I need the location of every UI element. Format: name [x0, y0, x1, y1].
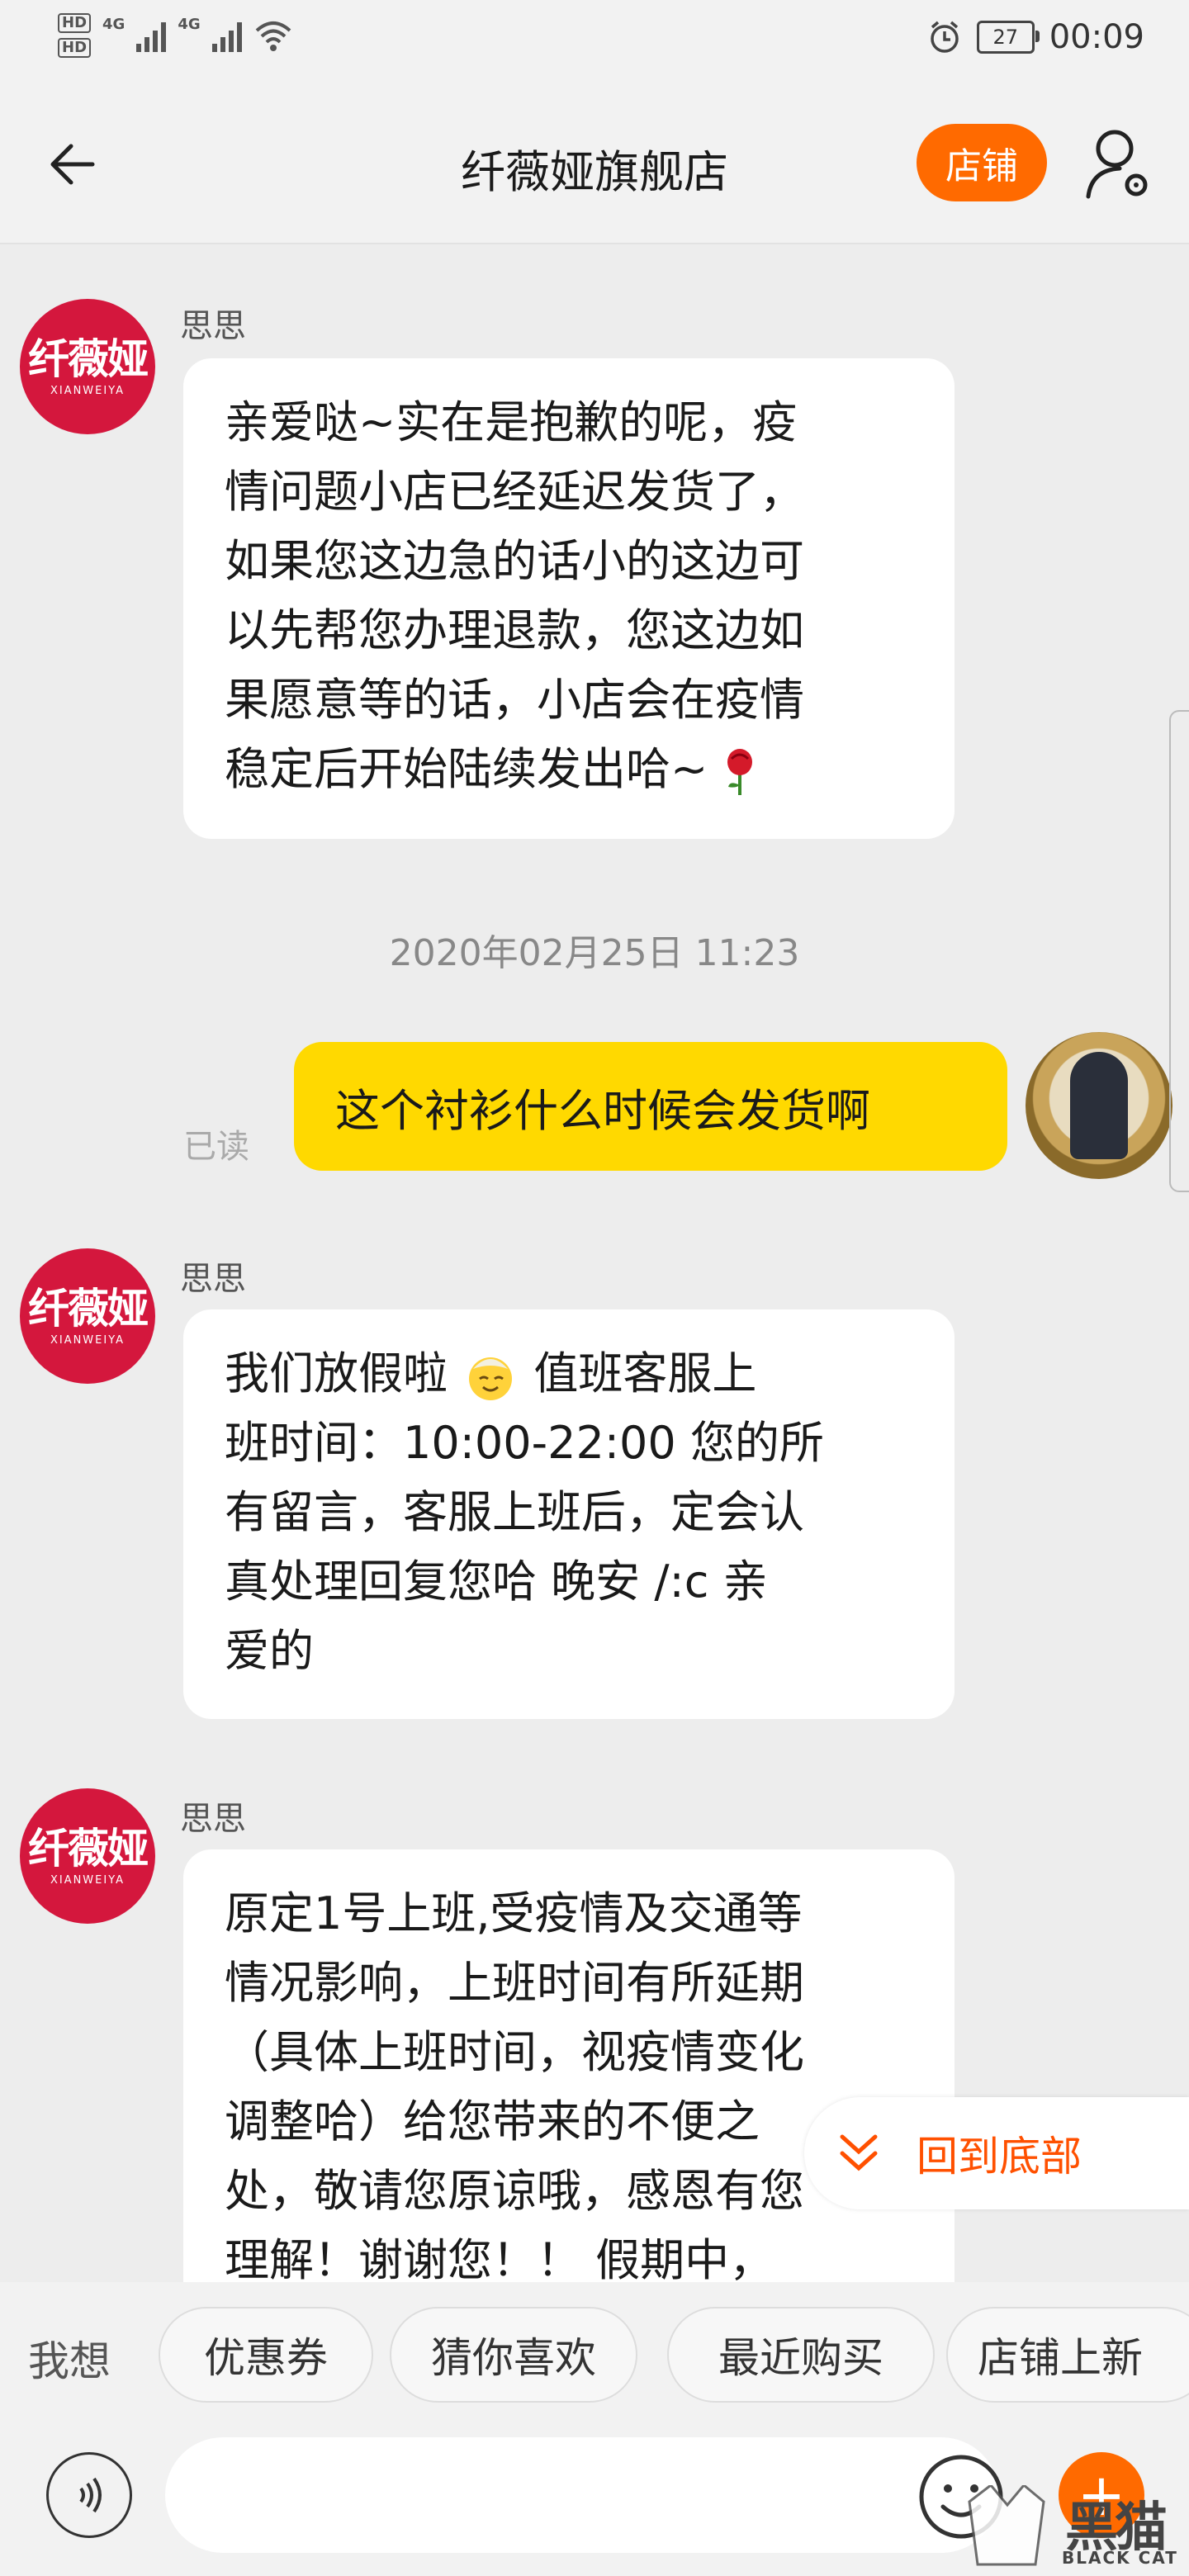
voice-input-button[interactable]	[46, 2452, 132, 2538]
shop-avatar[interactable]: 纤薇娅 XIANWEIYA	[20, 1248, 155, 1384]
shop-avatar-name: 纤薇娅	[28, 1824, 149, 1873]
chip-store-new-arrivals[interactable]: 店铺上新	[946, 2307, 1189, 2403]
quick-reply-bar: 我想 优惠券 猜你喜欢 最近购买 店铺上新	[0, 2282, 1189, 2427]
message-line: 有留言，客服上班后，定会认	[225, 1486, 804, 1538]
message-bubble[interactable]: 我们放假啦 值班客服上 班时间：10:00-22:00 您的所 有留言，客服上班…	[183, 1309, 955, 1719]
shop-avatar[interactable]: 纤薇娅 XIANWEIYA	[20, 1788, 155, 1924]
my-message-bubble[interactable]: 这个衬衫什么时候会发货啊	[294, 1042, 1007, 1171]
store-button[interactable]: 店铺	[917, 124, 1047, 201]
shop-avatar-en: XIANWEIYA	[50, 1873, 126, 1887]
nav-bar: 纤薇娅旗舰店 店铺	[0, 86, 1189, 244]
shop-avatar-name: 纤薇娅	[28, 1284, 149, 1333]
message-line: 亲爱哒~实在是抱歉的呢，疫	[225, 396, 798, 448]
scroll-indicator	[1169, 710, 1189, 1192]
message-line: 果愿意等的话，小店会在疫情	[225, 674, 804, 726]
message-line: 我们放假啦 值班客服上	[225, 1339, 913, 1409]
battery-icon: 27	[976, 21, 1040, 54]
quick-label: 我想	[28, 2337, 111, 2385]
message-line: 情况影响，上班时间有所延期	[225, 1957, 804, 2009]
message-line: 班时间：10:00-22:00 您的所	[225, 1417, 824, 1469]
message-line: 真处理回复您哈 晚安 /:c 亲	[225, 1556, 768, 1608]
network-type-1: 4G	[102, 15, 126, 33]
shop-avatar-en: XIANWEIYA	[50, 1333, 126, 1347]
message-input[interactable]	[165, 2437, 999, 2553]
user-settings-icon[interactable]	[1083, 124, 1158, 203]
shop-avatar-name: 纤薇娅	[28, 334, 149, 383]
double-chevron-down-icon	[840, 2134, 878, 2171]
back-to-bottom-label: 回到底部	[917, 2133, 1082, 2181]
message-bubble[interactable]: 原定1号上班,受疫情及交通等 情况影响，上班时间有所延期 （具体上班时间，视疫情…	[183, 1849, 955, 2345]
watermark-subtitle: BLACK CAT	[1062, 2548, 1178, 2568]
wifi-icon	[255, 21, 291, 51]
hd-indicators: HD HD	[58, 13, 92, 58]
chip-recent-purchases[interactable]: 最近购买	[667, 2307, 935, 2403]
message-line: （具体上班时间，视疫情变化	[225, 2026, 804, 2078]
my-avatar[interactable]	[1026, 1032, 1172, 1179]
clock: 00:09	[1049, 18, 1144, 56]
message-line-text: 我们放假啦	[225, 1347, 462, 1399]
shop-avatar[interactable]: 纤薇娅 XIANWEIYA	[20, 299, 155, 434]
hd-tag-1: HD	[58, 13, 92, 33]
smile-emoji-icon	[469, 1357, 513, 1401]
signal-icon-1	[136, 19, 167, 52]
chip-guess-you-like[interactable]: 猜你喜欢	[390, 2307, 637, 2403]
message-line-text: 稳定后开始陆续发出哈~	[225, 743, 722, 795]
status-bar: HD HD 4G 4G 27 00:09	[0, 0, 1189, 86]
message-line: 以先帮您办理退款，您这边如	[225, 604, 804, 656]
sender-name: 思思	[180, 1260, 246, 1298]
battery-level: 27	[992, 26, 1018, 49]
network-type-2: 4G	[178, 15, 201, 33]
back-to-bottom-button[interactable]: 回到底部	[804, 2097, 1189, 2209]
read-receipt: 已读	[183, 1128, 249, 1166]
rose-emoji-icon	[727, 749, 753, 796]
voice-icon	[79, 2477, 102, 2513]
message-line: 情问题小店已经延迟发货了，	[225, 466, 804, 518]
message-bubble[interactable]: 亲爱哒~实在是抱歉的呢，疫 情问题小店已经延迟发货了， 如果您这边急的话小的这边…	[183, 358, 955, 839]
shop-avatar-en: XIANWEIYA	[50, 384, 126, 397]
hd-tag-2: HD	[58, 38, 92, 58]
alarm-icon	[930, 21, 959, 53]
message-line: 原定1号上班,受疫情及交通等	[225, 1887, 803, 1939]
message-timestamp: 2020年02月25日 11:23	[389, 932, 800, 974]
message-line: 如果您这边急的话小的这边可	[225, 535, 804, 587]
sender-name: 思思	[180, 307, 246, 345]
chip-coupon[interactable]: 优惠券	[159, 2307, 373, 2403]
message-line: 稳定后开始陆续发出哈~	[225, 735, 913, 804]
message-line-text: 值班客服上	[519, 1347, 757, 1399]
signal-icon-2	[211, 19, 242, 52]
message-line: 爱的	[225, 1625, 314, 1677]
sender-name: 思思	[180, 1800, 246, 1838]
